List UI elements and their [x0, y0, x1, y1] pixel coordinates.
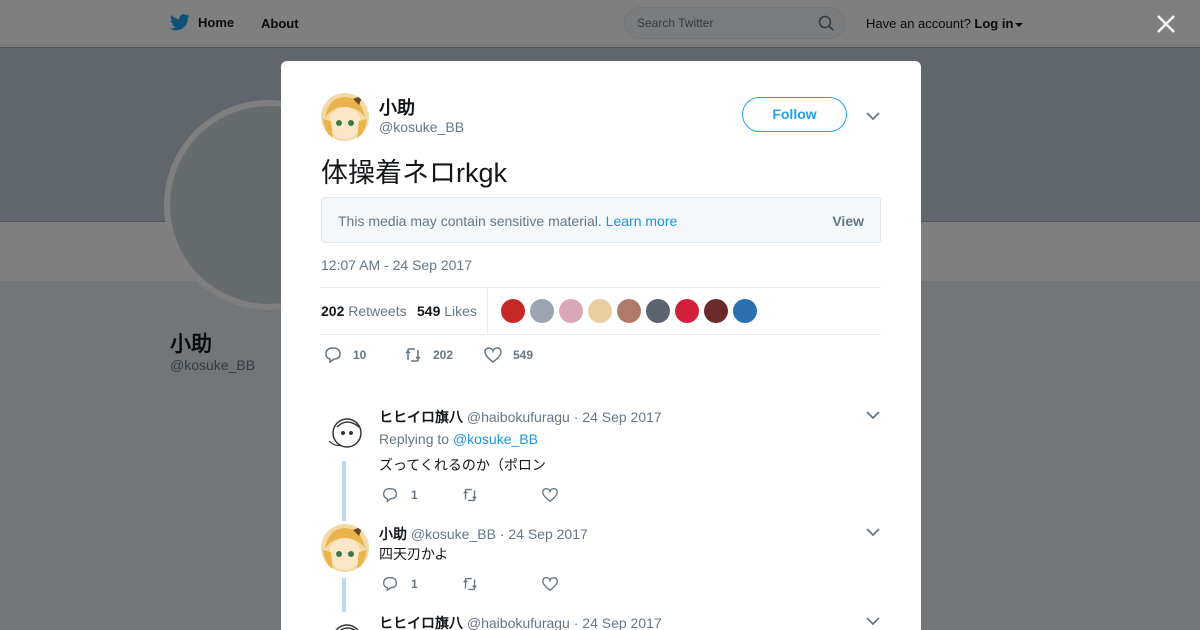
reply-count: 1 [411, 577, 418, 591]
reply-action[interactable]: 10 [323, 345, 366, 365]
replying-to-prefix: Replying to [379, 431, 450, 447]
liker-avatar[interactable] [501, 299, 525, 323]
retweets-stat[interactable]: 202 Retweets [321, 303, 407, 319]
liker-avatar[interactable] [617, 299, 641, 323]
liker-avatar[interactable] [733, 299, 757, 323]
retweets-label: Retweets [348, 303, 407, 319]
reply-icon [383, 577, 397, 592]
reply-author-handle[interactable]: @haibokufuragu [467, 615, 570, 630]
sensitive-message: This media may contain sensitive materia… [338, 213, 677, 229]
sensitive-message-text: This media may contain sensitive materia… [338, 213, 602, 229]
chevron-down-icon[interactable] [866, 616, 880, 626]
reply-author-name[interactable]: 小助 [379, 526, 407, 542]
chevron-down-icon[interactable] [866, 527, 880, 537]
reply-count: 1 [411, 488, 418, 502]
reply-avatar[interactable] [321, 407, 369, 455]
liker-avatar[interactable] [530, 299, 554, 323]
reply-action[interactable]: 1 [381, 486, 418, 504]
reply-tweet[interactable]: ヒヒイロ旗八 @haibokufuragu · 24 Sep 2017 [321, 613, 881, 630]
reply-avatar[interactable] [321, 613, 369, 630]
tweet-timestamp[interactable]: 12:07 AM - 24 Sep 2017 [321, 257, 472, 273]
heart-icon [542, 488, 558, 503]
retweet-action[interactable] [461, 486, 479, 504]
likes-stat[interactable]: 549 Likes [417, 303, 477, 319]
tweet-text: 体操着ネロrkgk [321, 158, 508, 188]
retweet-action[interactable]: 202 [403, 345, 453, 365]
author-handle[interactable]: @kosuke_BB [379, 119, 464, 135]
author-avatar[interactable] [321, 93, 369, 141]
retweet-icon [463, 488, 477, 502]
retweet-icon [463, 577, 477, 591]
liker-avatars [501, 299, 757, 323]
thread-line [342, 461, 346, 521]
likes-count: 549 [417, 303, 441, 319]
chevron-down-icon[interactable] [866, 410, 880, 420]
heart-icon [542, 577, 558, 592]
reply-date[interactable]: · 24 Sep 2017 [500, 526, 588, 542]
chevron-down-icon[interactable] [866, 111, 880, 121]
liker-avatar[interactable] [559, 299, 583, 323]
reply-header: 小助 @kosuke_BB · 24 Sep 2017 [379, 524, 588, 544]
reply-author-handle[interactable]: @haibokufuragu [467, 409, 570, 425]
retweet-action[interactable] [461, 575, 479, 593]
tweet-modal: 小助 @kosuke_BB Follow 体操着ネロrkgk This medi… [281, 61, 921, 630]
reply-date[interactable]: · 24 Sep 2017 [574, 615, 662, 630]
view-media-button[interactable]: View [832, 213, 864, 229]
reply-header: ヒヒイロ旗八 @haibokufuragu · 24 Sep 2017 [379, 407, 662, 427]
like-action[interactable] [541, 486, 559, 504]
like-action[interactable]: 549 [483, 345, 533, 365]
close-icon[interactable] [1155, 13, 1177, 35]
liker-avatar[interactable] [588, 299, 612, 323]
reply-author-name[interactable]: ヒヒイロ旗八 [379, 615, 463, 630]
stats-divider [487, 288, 488, 334]
reply-author-name[interactable]: ヒヒイロ旗八 [379, 409, 463, 425]
reply-date[interactable]: · 24 Sep 2017 [574, 409, 662, 425]
reply-count: 10 [353, 348, 367, 362]
liker-avatar[interactable] [675, 299, 699, 323]
reply-tweet[interactable]: ヒヒイロ旗八 @haibokufuragu · 24 Sep 2017 Repl… [321, 407, 881, 521]
reply-avatar[interactable] [321, 524, 369, 572]
learn-more-link[interactable]: Learn more [606, 213, 678, 229]
liker-avatar[interactable] [646, 299, 670, 323]
replying-to: Replying to @kosuke_BB [379, 431, 538, 447]
reply-tweet[interactable]: 小助 @kosuke_BB · 24 Sep 2017 四天刃かよ 1 [321, 524, 881, 612]
like-count: 549 [513, 348, 534, 362]
reply-text: ズってくれるのか（ポロン [379, 457, 546, 473]
like-action[interactable] [541, 575, 559, 593]
reply-header: ヒヒイロ旗八 @haibokufuragu · 24 Sep 2017 [379, 613, 662, 630]
retweet-icon [405, 348, 421, 362]
retweets-count: 202 [321, 303, 345, 319]
heart-icon [484, 347, 502, 363]
reply-author-handle[interactable]: @kosuke_BB [411, 526, 496, 542]
tweet-stats: 202 Retweets 549 Likes [321, 287, 881, 335]
reply-text: 四天刃かよ [379, 546, 449, 562]
follow-button[interactable]: Follow [742, 97, 847, 132]
author-name[interactable]: 小助 [379, 94, 415, 120]
sensitive-media-notice: This media may contain sensitive materia… [321, 197, 881, 243]
thread-line [342, 578, 346, 612]
liker-avatar[interactable] [704, 299, 728, 323]
retweet-count: 202 [433, 348, 454, 362]
replying-to-handle[interactable]: @kosuke_BB [453, 431, 538, 447]
reply-icon [325, 347, 341, 364]
reply-action[interactable]: 1 [381, 575, 418, 593]
reply-icon [383, 488, 397, 503]
likes-label: Likes [444, 303, 477, 319]
